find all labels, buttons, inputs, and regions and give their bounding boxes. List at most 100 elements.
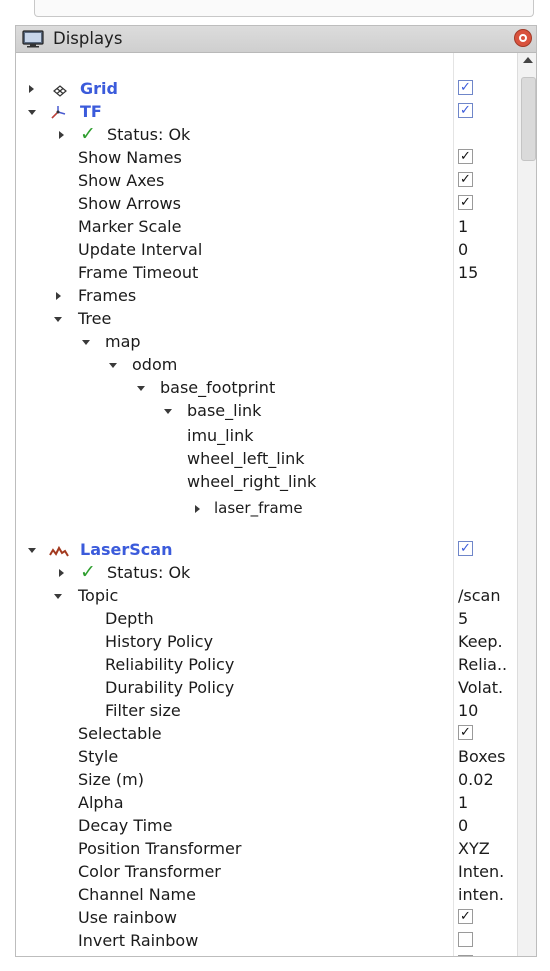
expanded-arrow-icon[interactable] <box>82 340 90 345</box>
laserscan-size-row[interactable]: Size (m) 0.02 <box>16 768 516 791</box>
laserscan-autocompute-intensity-label: Autocompute Intensity Bounds <box>78 952 325 956</box>
laserscan-invert-rainbow-label: Invert Rainbow <box>78 931 199 950</box>
laserscan-position-transformer-row[interactable]: Position Transformer XYZ <box>16 837 516 860</box>
topic-depth-label: Depth <box>105 609 154 628</box>
tf-marker-scale-value[interactable]: 1 <box>458 215 516 238</box>
tf-marker-scale-label: Marker Scale <box>78 217 182 236</box>
close-panel-button[interactable] <box>514 29 532 47</box>
display-laserscan-row[interactable]: LaserScan ✓ <box>16 538 516 561</box>
collapsed-arrow-icon[interactable] <box>56 292 61 300</box>
expanded-arrow-icon[interactable] <box>28 548 36 553</box>
tf-update-interval-row[interactable]: Update Interval 0 <box>16 238 516 261</box>
laserscan-status-label: Status: Ok <box>107 563 191 582</box>
tf-marker-scale-row[interactable]: Marker Scale 1 <box>16 215 516 238</box>
laserscan-selectable-checkbox[interactable]: ✓ <box>458 725 473 740</box>
topic-history-policy-value[interactable]: Keep. <box>458 630 516 653</box>
laserscan-channel-name-label: Channel Name <box>78 885 196 904</box>
laserscan-topic-value[interactable]: /scan <box>458 584 516 607</box>
expanded-arrow-icon[interactable] <box>54 594 62 599</box>
expanded-arrow-icon[interactable] <box>164 409 172 414</box>
laserscan-invert-rainbow-row[interactable]: Invert Rainbow <box>16 929 516 952</box>
tree-base-footprint-row[interactable]: base_footprint <box>16 376 516 399</box>
tree-laser-frame-row[interactable]: laser_frame <box>16 497 516 520</box>
scrollbar-thumb[interactable] <box>521 77 536 161</box>
laserscan-topic-row[interactable]: Topic/scan <box>16 584 516 607</box>
laserscan-use-rainbow-label: Use rainbow <box>78 908 177 927</box>
laserscan-autocompute-intensity-row[interactable]: Autocompute Intensity Bounds ✓ <box>16 952 516 956</box>
tree-base-link-label: base_link <box>187 401 262 420</box>
vertical-scrollbar[interactable] <box>517 53 536 956</box>
display-tf-row[interactable]: TF ✓ <box>16 100 516 123</box>
topic-history-policy-row[interactable]: History Policy Keep. <box>16 630 516 653</box>
display-grid-checkbox[interactable]: ✓ <box>458 80 473 95</box>
tf-frame-timeout-row[interactable]: Frame Timeout 15 <box>16 261 516 284</box>
tf-show-axes-row[interactable]: Show Axes ✓ <box>16 169 516 192</box>
tf-frames-row[interactable]: Frames <box>16 284 516 307</box>
display-grid-label: Grid <box>80 79 118 98</box>
expanded-arrow-icon[interactable] <box>137 386 145 391</box>
display-tf-checkbox[interactable]: ✓ <box>458 103 473 118</box>
laserscan-channel-name-row[interactable]: Channel Name inten. <box>16 883 516 906</box>
expanded-arrow-icon[interactable] <box>28 110 36 115</box>
laserscan-decay-time-row[interactable]: Decay Time 0 <box>16 814 516 837</box>
laserscan-status-row[interactable]: ✓ Status: Ok <box>16 561 516 584</box>
collapsed-arrow-icon[interactable] <box>195 505 200 513</box>
laserscan-color-transformer-value[interactable]: Inten. <box>458 860 516 883</box>
topic-durability-policy-row[interactable]: Durability Policy Volat. <box>16 676 516 699</box>
collapsed-arrow-icon[interactable] <box>59 569 64 577</box>
tree-imu-link-row[interactable]: imu_link <box>16 424 516 447</box>
laserscan-topic-label: Topic <box>78 586 119 605</box>
topic-reliability-policy-label: Reliability Policy <box>105 655 235 674</box>
tree-wheel-right-link-row[interactable]: wheel_right_link <box>16 470 516 493</box>
laserscan-style-value[interactable]: Boxes <box>458 745 516 768</box>
laserscan-autocompute-intensity-checkbox[interactable]: ✓ <box>458 955 473 956</box>
top-toolbar-edge <box>34 0 534 17</box>
column-divider[interactable] <box>453 53 454 956</box>
collapsed-arrow-icon[interactable] <box>59 131 64 139</box>
topic-filter-size-value[interactable]: 10 <box>458 699 516 722</box>
laserscan-color-transformer-label: Color Transformer <box>78 862 221 881</box>
laserscan-position-transformer-label: Position Transformer <box>78 839 242 858</box>
collapsed-arrow-icon[interactable] <box>29 85 34 93</box>
laserscan-size-value[interactable]: 0.02 <box>458 768 516 791</box>
topic-reliability-policy-row[interactable]: Reliability Policy Relia.. <box>16 653 516 676</box>
laserscan-use-rainbow-row[interactable]: Use rainbow ✓ <box>16 906 516 929</box>
laserscan-color-transformer-row[interactable]: Color Transformer Inten. <box>16 860 516 883</box>
scroll-up-arrow-icon[interactable] <box>523 57 533 63</box>
topic-filter-size-row[interactable]: Filter size 10 <box>16 699 516 722</box>
tree-map-row[interactable]: map <box>16 330 516 353</box>
topic-depth-value[interactable]: 5 <box>458 607 516 630</box>
topic-depth-row[interactable]: Depth 5 <box>16 607 516 630</box>
laserscan-alpha-value[interactable]: 1 <box>458 791 516 814</box>
laserscan-invert-rainbow-checkbox[interactable] <box>458 932 473 947</box>
laserscan-channel-name-value[interactable]: inten. <box>458 883 516 906</box>
tf-tree-row[interactable]: Tree <box>16 307 516 330</box>
tf-status-row[interactable]: ✓ Status: Ok <box>16 123 516 146</box>
tree-odom-row[interactable]: odom <box>16 353 516 376</box>
tf-show-names-row[interactable]: Show Names ✓ <box>16 146 516 169</box>
laserscan-position-transformer-value[interactable]: XYZ <box>458 837 516 860</box>
expanded-arrow-icon[interactable] <box>109 363 117 368</box>
laserscan-selectable-row[interactable]: Selectable ✓ <box>16 722 516 745</box>
display-laserscan-label: LaserScan <box>80 540 173 559</box>
tf-frame-timeout-value[interactable]: 15 <box>458 261 516 284</box>
tree-wheel-left-link-row[interactable]: wheel_left_link <box>16 447 516 470</box>
display-grid-row[interactable]: Grid ✓ <box>16 77 516 100</box>
laserscan-style-row[interactable]: Style Boxes <box>16 745 516 768</box>
tf-show-arrows-checkbox[interactable]: ✓ <box>458 195 473 210</box>
laserscan-use-rainbow-checkbox[interactable]: ✓ <box>458 909 473 924</box>
tf-update-interval-value[interactable]: 0 <box>458 238 516 261</box>
tf-show-names-label: Show Names <box>78 148 182 167</box>
topic-durability-policy-value[interactable]: Volat. <box>458 676 516 699</box>
laserscan-alpha-row[interactable]: Alpha 1 <box>16 791 516 814</box>
tf-show-axes-checkbox[interactable]: ✓ <box>458 172 473 187</box>
tf-show-arrows-row[interactable]: Show Arrows ✓ <box>16 192 516 215</box>
tf-show-names-checkbox[interactable]: ✓ <box>458 149 473 164</box>
tf-frames-label: Frames <box>78 286 137 305</box>
tree-base-link-row[interactable]: base_link <box>16 399 516 422</box>
topic-reliability-policy-value[interactable]: Relia.. <box>458 653 516 676</box>
laserscan-decay-time-value[interactable]: 0 <box>458 814 516 837</box>
expanded-arrow-icon[interactable] <box>54 317 62 322</box>
display-laserscan-checkbox[interactable]: ✓ <box>458 541 473 556</box>
displays-titlebar: Displays <box>16 26 536 53</box>
